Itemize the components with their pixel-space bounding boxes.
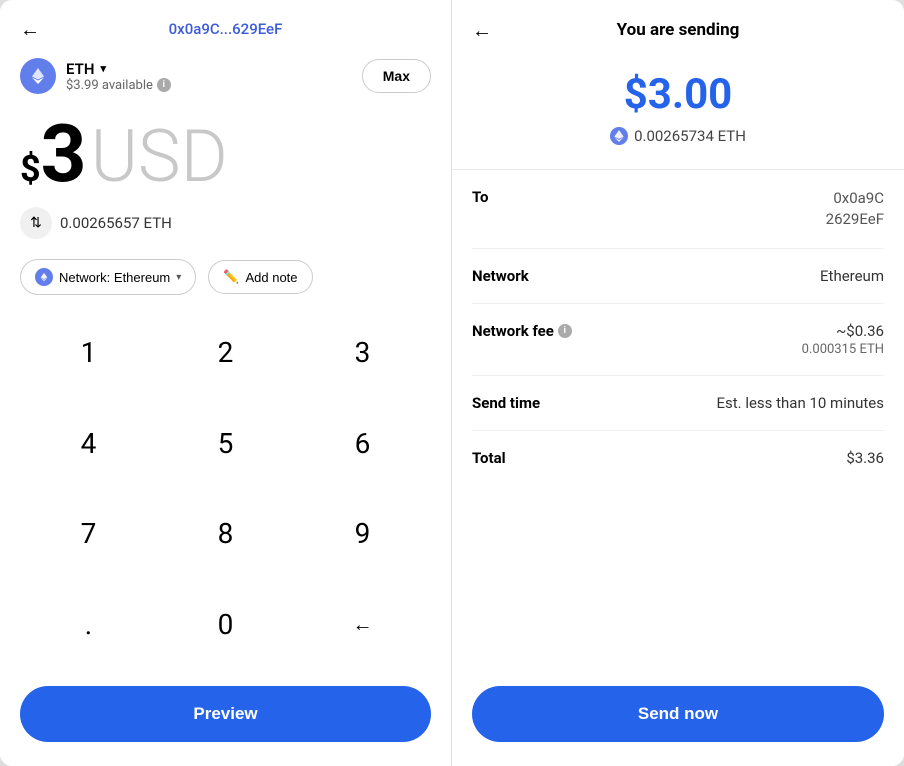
key-3[interactable]: 3: [294, 307, 431, 398]
max-button[interactable]: Max: [362, 59, 431, 93]
network-row: Network Ethereum: [472, 249, 884, 304]
amount-display: $ 3 USD: [0, 104, 451, 199]
wallet-address: 0x0a9C...629EeF: [169, 20, 283, 38]
send-time-value: Est. less than 10 minutes: [716, 394, 884, 412]
send-time-label: Send time: [472, 394, 540, 412]
total-label: Total: [472, 449, 506, 467]
send-btn-container: Send now: [452, 670, 904, 766]
keypad: 1 2 3 4 5 6 7 8 9 . 0 ←: [0, 307, 451, 670]
network-chevron-icon: ▾: [176, 272, 181, 283]
key-1[interactable]: 1: [20, 307, 157, 398]
eth-logo-icon: [20, 58, 56, 94]
key-dot[interactable]: .: [20, 579, 157, 670]
key-8[interactable]: 8: [157, 489, 294, 580]
amount-number: 3: [41, 114, 87, 194]
network-detail-value: Ethereum: [820, 267, 884, 285]
back-button-right[interactable]: ←: [472, 18, 492, 43]
eth-network-icon: [35, 268, 53, 286]
right-header: ← You are sending: [452, 0, 904, 50]
token-dropdown-icon: ▾: [100, 62, 106, 75]
fee-usd-value: ~$0.36: [802, 322, 884, 340]
preview-btn-container: Preview: [0, 670, 451, 766]
key-9[interactable]: 9: [294, 489, 431, 580]
fee-label: Network fee i: [472, 322, 572, 340]
fee-info-icon[interactable]: i: [558, 324, 572, 338]
eth-amount-text: 0.00265657 ETH: [60, 214, 172, 232]
page-title: You are sending: [617, 20, 740, 40]
token-row: ETH ▾ $3.99 available i Max: [0, 48, 451, 104]
network-label: Network: Ethereum: [59, 270, 170, 285]
network-detail-label: Network: [472, 267, 529, 285]
to-address-line1: 0x0a9C: [826, 188, 884, 209]
fee-value-group: ~$0.36 0.000315 ETH: [802, 322, 884, 357]
key-4[interactable]: 4: [20, 398, 157, 489]
eth-sending-icon: [610, 127, 628, 145]
to-row: To 0x0a9C 2629EeF: [472, 170, 884, 249]
to-address-value: 0x0a9C 2629EeF: [826, 188, 884, 230]
detail-rows: To 0x0a9C 2629EeF Network Ethereum Netwo…: [452, 170, 904, 670]
total-row: Total $3.36: [472, 431, 884, 485]
key-6[interactable]: 6: [294, 398, 431, 489]
swap-icon[interactable]: ⇅: [20, 207, 52, 239]
to-address-line2: 2629EeF: [826, 209, 884, 230]
token-info: ETH ▾ $3.99 available i: [20, 58, 171, 94]
available-info-icon[interactable]: i: [157, 78, 171, 92]
dollar-sign: $: [20, 151, 41, 187]
preview-button[interactable]: Preview: [20, 686, 431, 742]
key-2[interactable]: 2: [157, 307, 294, 398]
key-5[interactable]: 5: [157, 398, 294, 489]
back-button-left[interactable]: ←: [20, 17, 40, 42]
token-details: ETH ▾ $3.99 available i: [66, 60, 171, 93]
key-7[interactable]: 7: [20, 489, 157, 580]
send-time-row: Send time Est. less than 10 minutes: [472, 376, 884, 431]
fee-eth-value: 0.000315 ETH: [802, 342, 884, 357]
token-available: $3.99 available i: [66, 78, 171, 93]
amount-currency: USD: [91, 121, 228, 193]
left-panel: ← 0x0a9C...629EeF ETH ▾ $3.: [0, 0, 452, 766]
fee-row: Network fee i ~$0.36 0.000315 ETH: [472, 304, 884, 376]
right-panel: ← You are sending $3.00 0.00265734 ETH T…: [452, 0, 904, 766]
send-now-button[interactable]: Send now: [472, 686, 884, 742]
network-button[interactable]: Network: Ethereum ▾: [20, 259, 196, 295]
key-0[interactable]: 0: [157, 579, 294, 670]
options-row: Network: Ethereum ▾ ✏️ Add note: [0, 247, 451, 307]
key-backspace[interactable]: ←: [294, 579, 431, 670]
sending-amount-section: $3.00 0.00265734 ETH: [452, 50, 904, 170]
add-note-button[interactable]: ✏️ Add note: [208, 260, 312, 294]
to-label: To: [472, 188, 489, 206]
token-name[interactable]: ETH ▾: [66, 60, 171, 78]
eth-equivalent-row: ⇅ 0.00265657 ETH: [0, 199, 451, 247]
pencil-icon: ✏️: [223, 269, 239, 285]
sending-eth-row: 0.00265734 ETH: [610, 127, 746, 145]
sending-eth-amount: 0.00265734 ETH: [634, 127, 746, 145]
total-value: $3.36: [846, 449, 884, 467]
add-note-label: Add note: [245, 270, 297, 285]
sending-usd-amount: $3.00: [624, 70, 733, 119]
left-header: ← 0x0a9C...629EeF: [0, 0, 451, 48]
